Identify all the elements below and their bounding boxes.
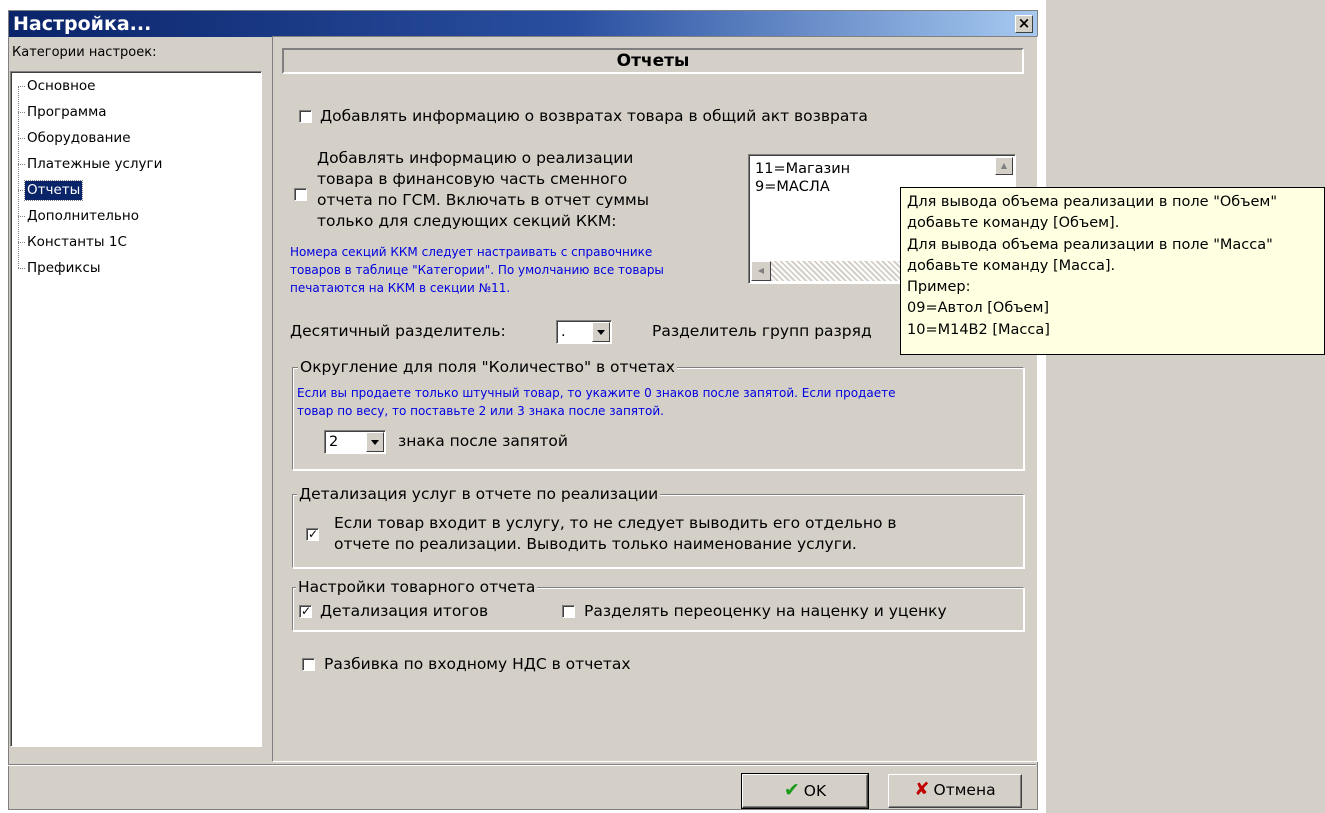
vat-breakdown-checkbox[interactable]: ✓ [302, 658, 315, 671]
note-line: Если вы продаете только штучный товар, т… [297, 386, 896, 400]
add-sales-checkbox[interactable]: ✓ [294, 188, 307, 201]
sections-tooltip: Для вывода объема реализации в поле "Объ… [900, 187, 1325, 355]
detail-totals-checkbox[interactable]: ✓ [299, 604, 312, 618]
rounding-value: 2 [329, 434, 339, 450]
tree-branch [18, 138, 25, 139]
tree-item-platezhnye-uslugi[interactable]: Платежные услуги [25, 155, 164, 174]
tree-item-oborudovanie[interactable]: Оборудование [25, 129, 133, 148]
add-returns-label: Добавлять информацию о возвратах товара … [320, 107, 868, 125]
ok-button-label: OK [803, 782, 827, 800]
bottom-separator [8, 764, 1036, 765]
rounding-group-title: Округление для поля "Количество" в отчет… [298, 358, 677, 376]
tree-branch [18, 242, 25, 243]
services-line: Если товар входит в услугу, то не следуе… [334, 514, 897, 532]
decimal-separator-combo[interactable]: . [556, 320, 612, 344]
add-sales-label: Добавлять информацию о реализации товара… [317, 148, 649, 232]
arrow-up-icon: ▲ [1000, 161, 1008, 170]
services-line: отчете по реализации. Выводить только на… [334, 535, 857, 553]
note-line: товаров в таблице "Категории". По умолча… [290, 263, 664, 277]
vat-breakdown-label: Разбивка по входному НДС в отчетах [324, 655, 631, 673]
desktop-background [1046, 0, 1325, 813]
services-detail-label: Если товар входит в услугу, то не следуе… [334, 513, 897, 555]
categories-tree[interactable]: Основное Программа Оборудование Платежны… [10, 71, 262, 747]
sections-note: Номера секций ККМ следует настраивать с … [290, 243, 664, 297]
cross-icon: ✘ [914, 779, 930, 800]
services-group-title: Детализация услуг в отчете по реализации [297, 485, 661, 503]
tooltip-line: Для вывода объема реализации в поле "Мас… [907, 236, 1273, 253]
tree-item-osnovnoe[interactable]: Основное [25, 77, 97, 96]
check-mark-icon: ✓ [301, 604, 312, 618]
tree-branch [18, 112, 25, 113]
rounding-combo[interactable]: 2 [324, 430, 386, 454]
window-title: Настройка... [13, 13, 152, 35]
cancel-button[interactable]: ✘ Отмена [888, 774, 1022, 808]
tree-connector [18, 86, 19, 268]
tree-item-dopolnitelno[interactable]: Дополнительно [25, 207, 141, 226]
add-sales-line: Добавлять информацию о реализации [317, 149, 634, 167]
tooltip-line: 09=Автол [Объем] [907, 300, 1050, 317]
chevron-down-icon[interactable] [366, 432, 384, 452]
tree-item-otchety[interactable]: Отчеты [23, 180, 84, 201]
tree-branch [18, 268, 25, 269]
rounding-suffix: знака после запятой [398, 432, 568, 450]
tree-branch [18, 216, 25, 217]
add-sales-line: отчета по ГСМ. Включать в отчет суммы [317, 191, 649, 209]
note-line: печатаются на ККМ в секции №11. [290, 281, 511, 295]
tooltip-line: Для вывода объема реализации в поле "Объ… [907, 194, 1277, 210]
arrow-left-icon: ◀ [757, 266, 765, 275]
tree-branch [18, 86, 25, 87]
list-item[interactable]: 9=МАСЛА [755, 178, 830, 196]
panel-title: Отчеты [282, 48, 1024, 74]
list-item[interactable]: 11=Магазин [755, 160, 850, 178]
tooltip-line: добавьте команду [Масса]. [907, 257, 1116, 274]
ok-button[interactable]: ✔ OK [741, 773, 869, 809]
categories-label: Категории настроек: [12, 45, 157, 60]
scroll-up-button[interactable]: ▲ [995, 157, 1013, 175]
decimal-separator-label: Десятичный разделитель: [290, 322, 506, 340]
detail-totals-label: Детализация итогов [320, 602, 489, 620]
title-bar[interactable]: Настройка... × [9, 11, 1037, 37]
split-revaluation-checkbox[interactable]: ✓ [562, 605, 575, 618]
add-returns-checkbox[interactable]: ✓ [299, 110, 312, 123]
tree-branch [18, 190, 25, 191]
scroll-left-button[interactable]: ◀ [751, 261, 771, 281]
goods-report-group-title: Настройки товарного отчета [296, 578, 538, 596]
tree-item-programma[interactable]: Программа [25, 103, 109, 122]
tooltip-line: 10=М14В2 [Масса] [907, 321, 1050, 338]
tooltip-line: Пример: [907, 279, 971, 296]
group-separator-label: Разделитель групп разряд [652, 322, 872, 340]
note-line: товар по весу, то поставьте 2 или 3 знак… [297, 404, 664, 418]
check-mark-icon: ✓ [308, 527, 319, 541]
note-line: Номера секций ККМ следует настраивать с … [290, 245, 653, 259]
add-sales-line: только для следующих секций ККМ: [317, 212, 617, 230]
decimal-separator-value: . [561, 324, 566, 340]
add-sales-line: товара в финансовую часть сменного [317, 170, 628, 188]
cancel-button-label: Отмена [933, 781, 996, 799]
tree-item-prefiksy[interactable]: Префиксы [25, 259, 103, 278]
rounding-note: Если вы продаете только штучный товар, т… [297, 384, 895, 420]
check-icon: ✔ [783, 779, 800, 801]
tree-branch [18, 164, 25, 165]
chevron-down-icon[interactable] [592, 322, 610, 342]
tree-item-konstanty-1c[interactable]: Константы 1С [25, 233, 129, 252]
close-button[interactable]: × [1015, 15, 1033, 33]
services-detail-checkbox[interactable]: ✓ [306, 527, 319, 541]
split-revaluation-label: Разделять переоценку на наценку и уценку [584, 602, 947, 620]
tooltip-line: добавьте команду [Объем]. [907, 215, 1120, 232]
close-icon: × [1017, 14, 1031, 32]
